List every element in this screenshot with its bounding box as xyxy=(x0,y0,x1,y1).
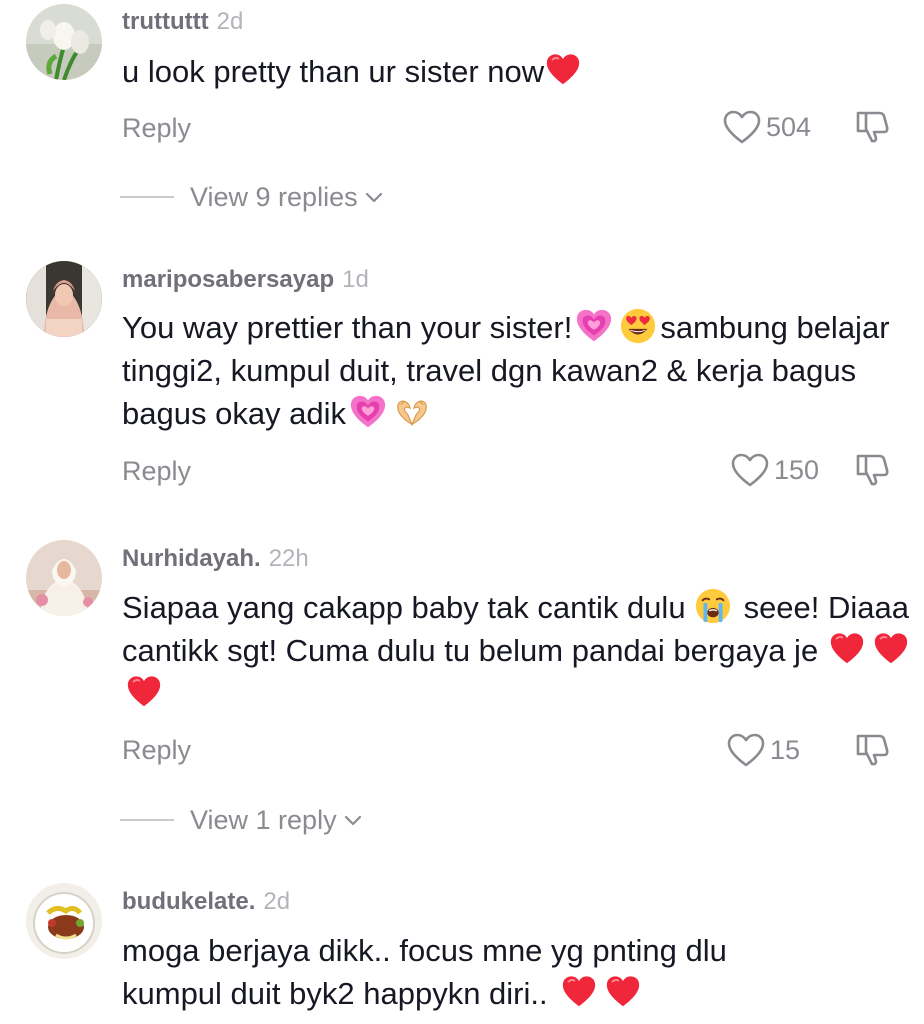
heart-hands-emoji xyxy=(393,393,431,431)
comment-meta: Nurhidayah. 22h xyxy=(122,545,309,573)
heart-outline-icon xyxy=(727,733,765,767)
red-heart-emoji xyxy=(544,51,582,89)
chevron-down-icon xyxy=(365,192,382,203)
like-count: 150 xyxy=(774,454,820,485)
reply-button[interactable]: Reply xyxy=(122,734,191,766)
red-heart-emoji xyxy=(828,630,866,668)
comment-timestamp: 1d xyxy=(342,266,369,293)
avatar-tulip-image xyxy=(26,4,102,80)
crying-face-emoji xyxy=(694,587,732,625)
dislike-button[interactable] xyxy=(852,730,892,770)
like-count: 15 xyxy=(770,734,801,765)
red-heart-emoji xyxy=(872,630,910,668)
like-button[interactable]: 150 xyxy=(730,450,819,490)
avatar[interactable] xyxy=(26,883,102,959)
comment-text-part: Siapaa yang cakapp baby tak cantik dulu xyxy=(122,590,686,625)
red-heart-emoji xyxy=(604,973,642,1011)
growing-heart-emoji xyxy=(349,393,387,431)
thumbs-down-icon xyxy=(856,111,889,143)
avatar-food-plate-image xyxy=(26,883,102,959)
avatar-woman-white-dress-image xyxy=(26,540,102,616)
comment-timestamp: 2d xyxy=(216,8,244,35)
red-heart-emoji xyxy=(560,973,598,1011)
comment-username[interactable]: truttuttt xyxy=(122,8,209,35)
thumbs-down-icon xyxy=(856,454,889,486)
dislike-button[interactable] xyxy=(852,107,892,147)
heart-eyes-emoji xyxy=(619,307,657,345)
divider-line xyxy=(120,196,174,198)
comment-username[interactable]: Nurhidayah. xyxy=(122,545,261,572)
avatar[interactable] xyxy=(26,4,102,80)
heart-outline-icon xyxy=(731,453,769,487)
comment-text: moga berjaya dikk.. focus mne yg pnting … xyxy=(122,929,822,1015)
view-replies-button[interactable]: View 1 reply xyxy=(120,803,363,837)
reply-button[interactable]: Reply xyxy=(122,455,191,487)
growing-heart-emoji xyxy=(575,307,613,345)
comment-text: u look pretty than ur sister now xyxy=(122,50,902,93)
red-heart-emoji xyxy=(125,673,163,711)
comment-item: truttuttt 2d u look pretty than ur sister… xyxy=(0,0,924,230)
view-replies-label: View 1 reply xyxy=(190,804,337,835)
like-count: 504 xyxy=(766,111,812,142)
chevron-down-icon xyxy=(344,815,361,826)
divider-line xyxy=(120,819,174,821)
comment-username[interactable]: budukelate. xyxy=(122,888,255,915)
comment-text-part: You way prettier than your sister! xyxy=(122,310,573,345)
comment-meta: truttuttt 2d xyxy=(122,8,243,36)
comment-text: You way prettier than your sister! sambun… xyxy=(122,306,892,435)
thumbs-down-icon xyxy=(856,734,889,766)
heart-outline-icon xyxy=(723,110,761,144)
comment-meta: budukelate. 2d xyxy=(122,888,290,916)
comment-timestamp: 2d xyxy=(263,888,291,915)
comment-text-body: u look pretty than ur sister now xyxy=(122,54,545,89)
view-replies-label: View 9 replies xyxy=(190,181,358,212)
dislike-button[interactable] xyxy=(852,450,892,490)
view-replies-button[interactable]: View 9 replies xyxy=(120,180,384,214)
avatar-woman-hijab-image xyxy=(26,261,102,337)
comment-meta: mariposabersayap 1d xyxy=(122,266,369,294)
comment-username[interactable]: mariposabersayap xyxy=(122,266,334,293)
comment-timestamp: 22h xyxy=(268,545,309,572)
avatar[interactable] xyxy=(26,261,102,337)
like-button[interactable]: 504 xyxy=(722,107,811,147)
reply-button[interactable]: Reply xyxy=(122,112,191,144)
avatar[interactable] xyxy=(26,540,102,616)
like-button[interactable]: 15 xyxy=(726,730,800,770)
comment-text: Siapaa yang cakapp baby tak cantik dulu s… xyxy=(122,586,917,715)
